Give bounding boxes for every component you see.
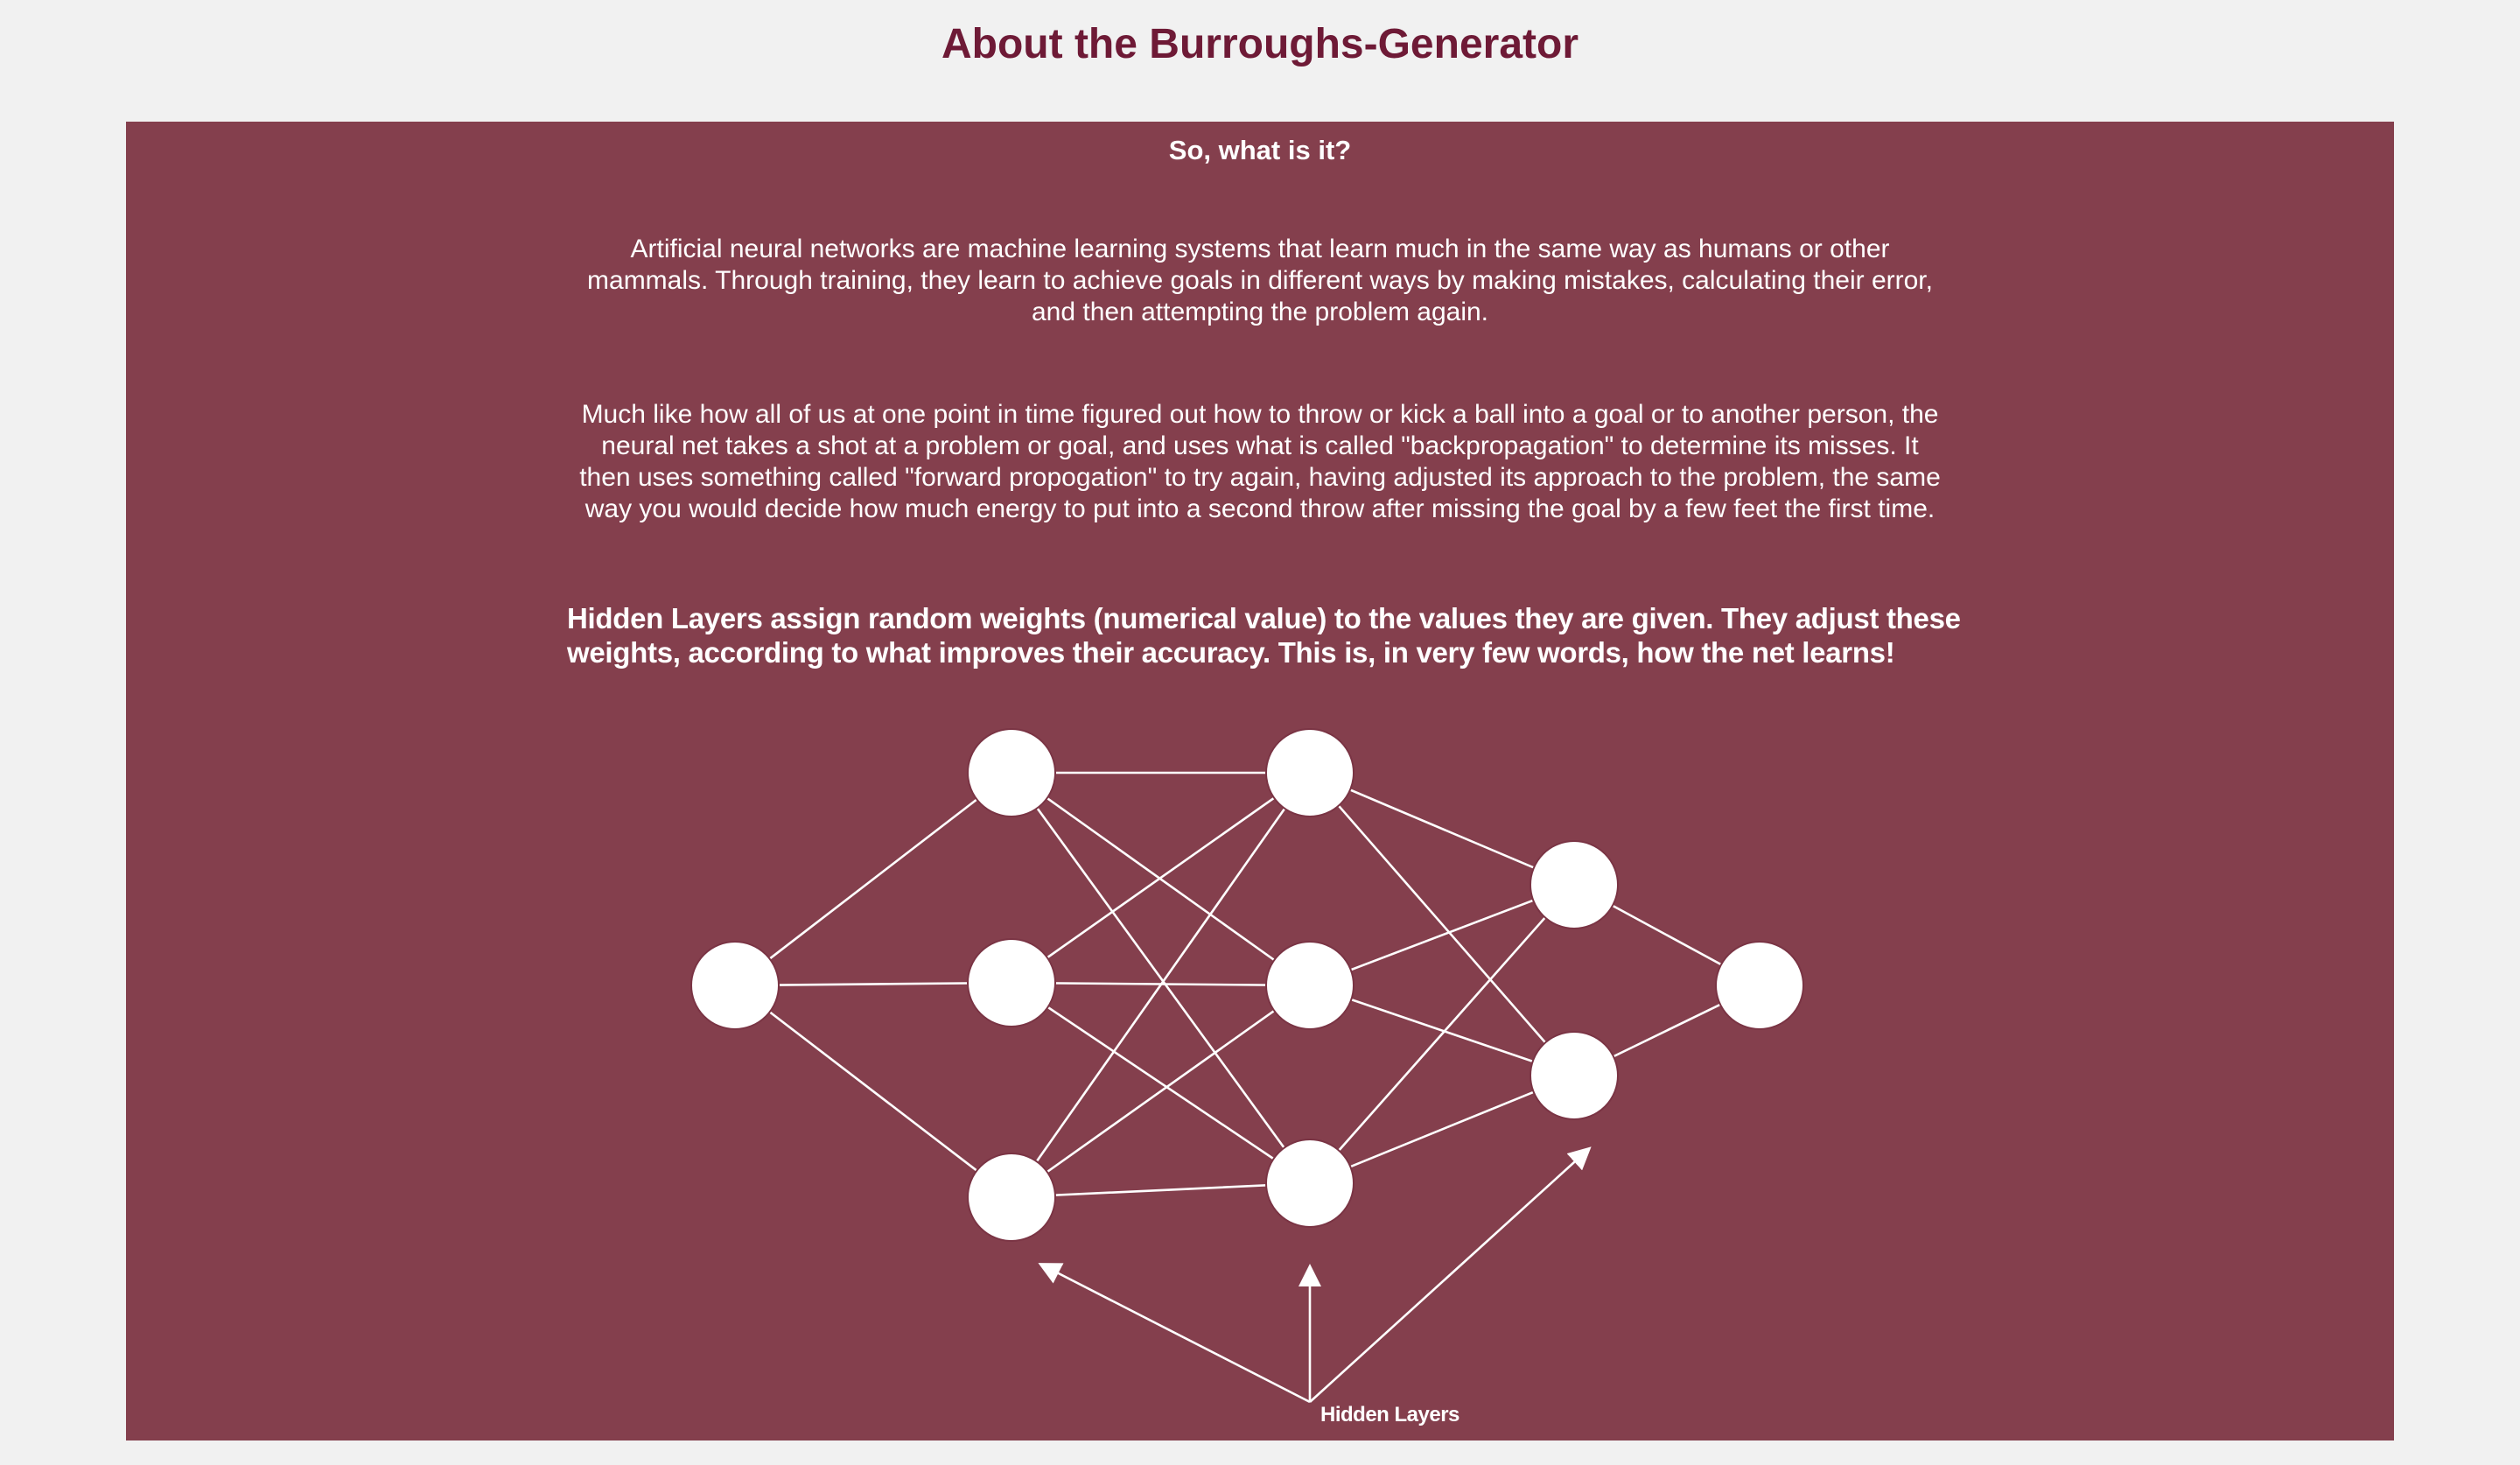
- hidden-layer-3-node: [1530, 1031, 1619, 1120]
- output-node: [1715, 941, 1804, 1030]
- edge: [1010, 1181, 1312, 1199]
- hidden-layer-1-node: [967, 728, 1056, 817]
- about-panel: So, what is it? Artificial neural networ…: [126, 122, 2394, 1440]
- edge: [1010, 984, 1312, 1199]
- network-edges: [733, 771, 1761, 1199]
- edge: [1010, 981, 1312, 1185]
- edge: [1308, 883, 1576, 1185]
- neural-network-diagram: Hidden Layers: [690, 728, 1804, 1426]
- hidden-layer-2-node: [1265, 1139, 1354, 1228]
- hidden-layer-1-node: [967, 1153, 1056, 1242]
- hidden-layers-label: Hidden Layers: [1320, 1403, 1460, 1426]
- arrow-to-hidden-layer-1: [1038, 1263, 1311, 1404]
- edge: [1010, 771, 1312, 1185]
- edge: [733, 984, 1013, 1199]
- hidden-layer-2-node: [1265, 728, 1354, 817]
- page-title: About the Burroughs-Generator: [942, 21, 1578, 67]
- hidden-layer-3-node: [1530, 840, 1619, 929]
- edge: [733, 771, 1013, 987]
- input-node: [690, 941, 780, 1030]
- hidden-layer-1-node: [967, 938, 1056, 1027]
- hidden-layer-2-node: [1265, 941, 1354, 1030]
